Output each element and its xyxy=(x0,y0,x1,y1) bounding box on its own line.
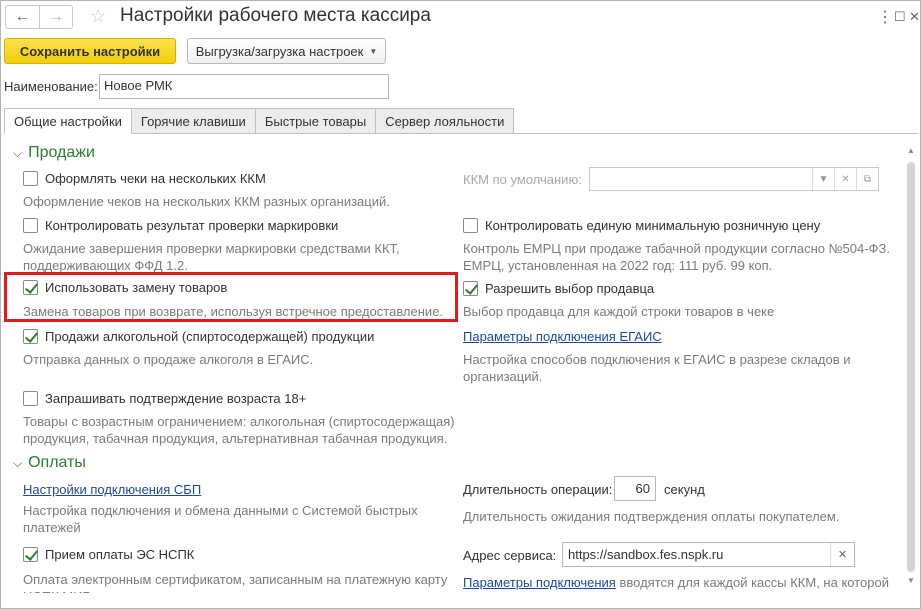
favorite-star-icon[interactable]: ☆ xyxy=(90,6,106,27)
replace-hint: Замена товаров при возврате, используя в… xyxy=(23,304,444,319)
scrollbar-thumb[interactable] xyxy=(907,162,915,572)
duration-input[interactable]: 60 xyxy=(614,476,656,501)
forward-button[interactable]: → xyxy=(39,6,72,28)
default-kkm-select[interactable]: ▼ ✕ ⧉ xyxy=(589,167,879,191)
multi-kkm-checkbox[interactable] xyxy=(23,171,38,186)
service-label: Адрес сервиса: xyxy=(463,548,557,563)
alcohol-hint: Отправка данных о продаже алкоголя в ЕГА… xyxy=(23,352,314,367)
min-price-option[interactable]: Контролировать единую минимальную рознич… xyxy=(463,218,820,233)
marking-hint: Ожидание завершения проверки маркировки … xyxy=(23,241,400,273)
tab-quick-goods[interactable]: Быстрые товары xyxy=(254,108,377,134)
marking-option[interactable]: Контролировать результат проверки маркир… xyxy=(23,218,338,233)
scroll-down-icon[interactable]: ▼ xyxy=(906,576,916,585)
replace-option[interactable]: Использовать замену товаров xyxy=(23,280,227,295)
sbp-hint: Настройка подключения и обмена данными с… xyxy=(23,503,418,535)
tab-hotkeys[interactable]: Горячие клавиши xyxy=(130,108,256,134)
section-payments[interactable]: ⌵ Оплаты xyxy=(13,454,86,472)
tab-general[interactable]: Общие настройки xyxy=(4,108,132,134)
section-sales[interactable]: ⌵ Продажи xyxy=(13,144,95,162)
maximize-icon[interactable]: ☐ xyxy=(894,9,906,25)
multi-kkm-label: Оформлять чеки на нескольких ККМ xyxy=(45,171,266,186)
replace-label: Использовать замену товаров xyxy=(45,280,228,295)
chevron-down-icon: ⌵ xyxy=(13,455,23,470)
egais-hint: Настройка способов подключения к ЕГАИС в… xyxy=(463,352,851,384)
chevron-down-icon: ⌵ xyxy=(13,145,23,160)
age-label: Запрашивать подтверждение возраста 18+ xyxy=(45,391,307,406)
multi-kkm-option[interactable]: Оформлять чеки на нескольких ККМ xyxy=(23,171,266,186)
egais-link[interactable]: Параметры подключения ЕГАИС xyxy=(463,329,662,344)
scroll-up-icon[interactable]: ▲ xyxy=(906,146,916,155)
dropdown-caret-icon: ▼ xyxy=(369,46,378,56)
marking-label: Контролировать результат проверки маркир… xyxy=(45,218,339,233)
es-hint: Оплата электронным сертификатом, записан… xyxy=(23,572,448,593)
section-sales-title: Продажи xyxy=(28,144,95,161)
navigation-group: ← → xyxy=(5,5,73,29)
export-import-button[interactable]: Выгрузка/загрузка настроек ▼ xyxy=(187,38,386,64)
seller-hint: Выбор продавца для каждой строки товаров… xyxy=(463,304,775,319)
close-icon[interactable]: ✕ xyxy=(909,9,920,25)
seller-label: Разрешить выбор продавца xyxy=(485,281,655,296)
alcohol-label: Продажи алкогольной (спиртосодержащей) п… xyxy=(45,329,375,344)
es-option[interactable]: Прием оплаты ЭС НСПК xyxy=(23,547,194,562)
section-payments-title: Оплаты xyxy=(28,454,86,471)
age-checkbox[interactable] xyxy=(23,391,38,406)
replace-checkbox[interactable] xyxy=(23,280,38,295)
settings-window: ← → ☆ Настройки рабочего места кассира ⋮… xyxy=(0,0,921,609)
tab-loyalty-server[interactable]: Сервер лояльности xyxy=(375,108,515,134)
seller-option[interactable]: Разрешить выбор продавца xyxy=(463,281,654,296)
connection-params-link[interactable]: Параметры подключения xyxy=(463,575,616,590)
es-label: Прием оплаты ЭС НСПК xyxy=(45,547,195,562)
name-label: Наименование: xyxy=(4,79,98,94)
open-icon[interactable]: ⧉ xyxy=(856,168,878,190)
alcohol-checkbox[interactable] xyxy=(23,329,38,344)
min-price-checkbox[interactable] xyxy=(463,218,478,233)
default-kkm-input[interactable] xyxy=(590,168,812,190)
service-url-input[interactable]: https://sandbox.fes.nspk.ru xyxy=(563,543,830,566)
default-kkm-label: ККМ по умолчанию: xyxy=(463,172,582,187)
seller-checkbox[interactable] xyxy=(463,281,478,296)
connection-note-text: вводятся для каждой кассы ККМ, на которо… xyxy=(615,575,889,590)
clear-icon[interactable]: ✕ xyxy=(830,543,854,566)
duration-unit: секунд xyxy=(664,482,705,497)
service-url-field[interactable]: https://sandbox.fes.nspk.ru ✕ xyxy=(562,542,855,567)
marking-checkbox[interactable] xyxy=(23,218,38,233)
save-settings-button[interactable]: Сохранить настройки xyxy=(4,38,176,64)
arrow-left-icon: ← xyxy=(14,8,31,25)
vertical-scrollbar[interactable]: ▲ ▼ xyxy=(906,146,916,596)
clear-icon[interactable]: ✕ xyxy=(834,168,856,190)
more-menu-icon[interactable]: ⋮ xyxy=(877,7,893,27)
back-button[interactable]: ← xyxy=(6,6,39,28)
export-import-label: Выгрузка/загрузка настроек xyxy=(195,43,364,59)
arrow-right-icon: → xyxy=(48,8,64,25)
min-price-hint: Контроль ЕМРЦ при продаже табачной проду… xyxy=(463,241,890,273)
sbp-link[interactable]: Настройки подключения СБП xyxy=(23,482,201,497)
multi-kkm-hint: Оформление чеков на нескольких ККМ разны… xyxy=(23,194,390,209)
age-hint: Товары с возрастным ограничением: алкого… xyxy=(23,414,455,446)
name-field[interactable]: Новое РМК xyxy=(99,74,389,99)
duration-hint: Длительность ожидания подтверждения опла… xyxy=(463,509,840,524)
duration-label: Длительность операции: xyxy=(463,482,613,497)
connection-note: Параметры подключения вводятся для каждо… xyxy=(463,575,889,590)
min-price-label: Контролировать единую минимальную рознич… xyxy=(485,218,821,233)
es-checkbox[interactable] xyxy=(23,547,38,562)
age-option[interactable]: Запрашивать подтверждение возраста 18+ xyxy=(23,391,306,406)
dropdown-caret-icon[interactable]: ▼ xyxy=(812,168,834,190)
alcohol-option[interactable]: Продажи алкогольной (спиртосодержащей) п… xyxy=(23,329,374,344)
tab-bar: Общие настройки Горячие клавиши Быстрые … xyxy=(4,108,515,134)
page-title: Настройки рабочего места кассира xyxy=(120,5,431,26)
